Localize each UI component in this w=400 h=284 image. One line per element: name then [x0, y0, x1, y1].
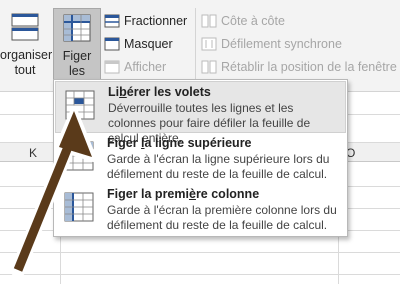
access-key: b	[119, 85, 127, 99]
afficher-button[interactable]: Afficher	[104, 57, 166, 77]
title-text: érer les volets	[126, 85, 211, 99]
title-text: Figer la premi	[107, 187, 189, 201]
side-by-side-icon	[201, 14, 217, 28]
organiser-label: organiser	[0, 48, 53, 62]
afficher-label: Afficher	[124, 60, 167, 74]
freeze-top-row-icon	[64, 141, 94, 171]
cote-a-cote-label: Côte à côte	[221, 14, 285, 28]
masquer-button[interactable]: Masquer	[104, 34, 173, 54]
retablir-position-label: Rétablir la position de la fenêtre	[221, 60, 397, 74]
menu-item-description: Garde à l'écran la première colonne lors…	[107, 203, 337, 232]
fractionner-label: Fractionner	[124, 14, 188, 28]
figer-les-volets-button[interactable]: Figer les volets ▾	[53, 8, 101, 93]
title-text: Figer	[107, 136, 142, 150]
defilement-synchrone-label: Défilement synchrone	[221, 37, 342, 51]
menu-item-title: Figer la première colonne	[107, 187, 259, 201]
access-key: è	[188, 187, 196, 201]
split-icon	[104, 14, 120, 28]
menu-item-liberer-volets[interactable]: Libérer les volets Déverrouille toutes l…	[55, 81, 346, 145]
freeze-first-column-icon	[64, 192, 94, 222]
retablir-position-button[interactable]: Rétablir la position de la fenêtre	[201, 57, 397, 77]
group-separator	[195, 8, 196, 82]
menu-item-figer-premiere-colonne[interactable]: Figer la première colonne Garde à l'écra…	[55, 184, 346, 236]
menu-item-title: Figer la ligne supérieure	[107, 136, 252, 150]
hide-window-icon	[104, 37, 120, 51]
figer-label: Figer les	[62, 49, 92, 78]
tout-label: tout	[14, 63, 36, 77]
title-text: Li	[108, 85, 120, 99]
unfreeze-panes-icon	[65, 90, 95, 120]
unhide-window-icon	[104, 60, 120, 74]
organiser-tout-button[interactable]: organiser tout	[0, 8, 53, 84]
cote-a-cote-button[interactable]: Côte à côte	[201, 11, 285, 31]
freeze-panes-icon	[63, 14, 91, 42]
freeze-panes-menu: Libérer les volets Déverrouille toutes l…	[53, 79, 348, 237]
title-text: a ligne supérieure	[144, 136, 252, 150]
reset-window-position-icon	[201, 60, 217, 74]
fractionner-button[interactable]: Fractionner	[104, 11, 187, 31]
title-text: re colonne	[195, 187, 260, 201]
menu-item-figer-ligne-superieure[interactable]: Figer la ligne supérieure Garde à l'écra…	[55, 133, 346, 185]
menu-item-title: Libérer les volets	[108, 85, 211, 99]
synchronous-scrolling-icon	[201, 37, 217, 51]
column-header-k[interactable]: K	[29, 146, 37, 160]
arrange-all-icon	[11, 13, 39, 41]
defilement-synchrone-button[interactable]: Défilement synchrone	[201, 34, 342, 54]
masquer-label: Masquer	[124, 37, 173, 51]
menu-item-description: Garde à l'écran la ligne supérieure lors…	[107, 152, 330, 181]
